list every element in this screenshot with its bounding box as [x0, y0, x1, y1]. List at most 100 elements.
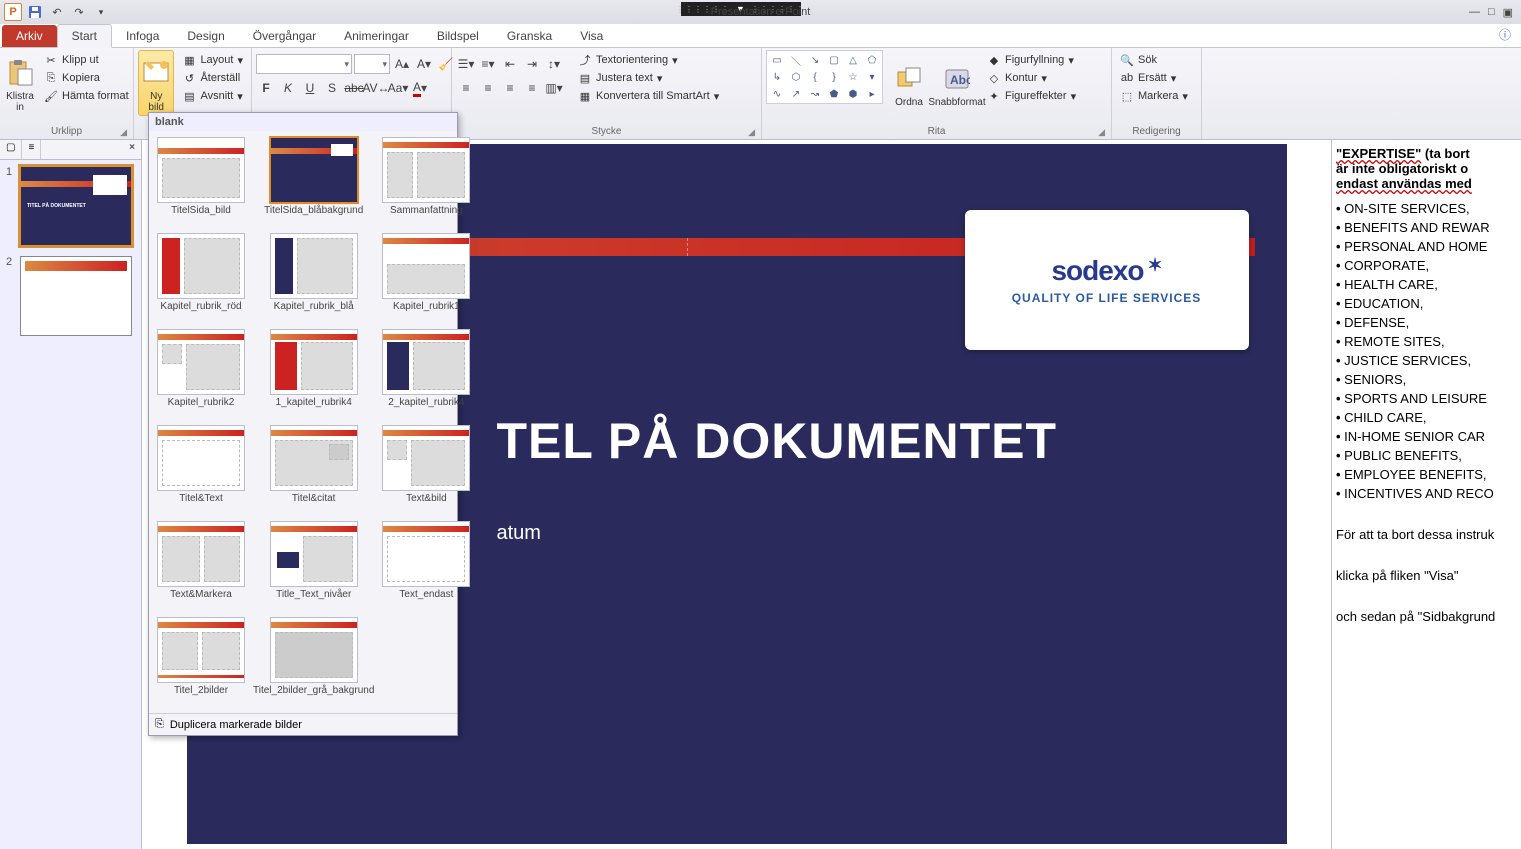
align-text-button[interactable]: ▤Justera text ▾ [574, 70, 723, 86]
select-button[interactable]: ⬚Markera ▾ [1116, 88, 1192, 104]
layout-option[interactable]: Kapitel_rubrik2 [157, 329, 245, 419]
minimize-button[interactable]: — [1469, 6, 1480, 19]
qat-customize[interactable]: ▾ [92, 3, 110, 21]
align-center-button[interactable]: ≡ [478, 78, 498, 98]
slide-subtitle[interactable]: atum [497, 522, 541, 545]
ribbon-help-icon[interactable]: ⓘ [1489, 22, 1521, 47]
bold-button[interactable]: F [256, 78, 276, 98]
grow-font-button[interactable]: A▴ [392, 54, 412, 74]
drawing-launcher-icon[interactable]: ◢ [1098, 127, 1105, 138]
font-family-combo[interactable] [256, 54, 352, 74]
justify-button[interactable]: ≡ [522, 78, 542, 98]
app-icon[interactable]: P [4, 3, 22, 21]
quick-styles-button[interactable]: Abc Snabbformat [935, 50, 979, 116]
layout-option[interactable]: Titel_2bilder_grå_bakgrund [253, 617, 374, 707]
duplicate-slides-item[interactable]: ⎘ Duplicera markerade bilder [149, 713, 457, 735]
layout-option-label: Kapitel_rubrik_röd [160, 301, 241, 323]
slide-panel: ▢ ≡ × 1 TITEL PÅ DOKUMENTET 2 [0, 140, 142, 849]
new-slide-button[interactable]: Ny bild [138, 50, 174, 116]
section-button[interactable]: ▤Avsnitt ▾ [178, 88, 247, 104]
tab-home[interactable]: Start [57, 24, 112, 48]
layout-option[interactable]: 2_kapitel_rubrik4 [382, 329, 470, 419]
quick-access-toolbar: P ↶ ↷ ▾ [0, 3, 110, 21]
layout-option[interactable]: Kapitel_rubrik_röd [157, 233, 245, 323]
arrange-button[interactable]: Ordna [887, 50, 931, 116]
layout-option[interactable]: Text&bild [382, 425, 470, 515]
find-button[interactable]: 🔍Sök [1116, 52, 1192, 68]
undo-button[interactable]: ↶ [48, 3, 66, 21]
align-right-button[interactable]: ≡ [500, 78, 520, 98]
clipboard-launcher-icon[interactable]: ◢ [120, 127, 127, 138]
copy-button[interactable]: ⎘Kopiera [40, 70, 133, 86]
layout-option-label: Kapitel_rubrik_blå [274, 301, 354, 323]
redo-button[interactable]: ↷ [70, 3, 88, 21]
layout-option[interactable]: Titel_2bilder [157, 617, 245, 707]
shrink-font-button[interactable]: A▾ [414, 54, 434, 74]
layout-option[interactable]: Kapitel_rubrik_blå [253, 233, 374, 323]
slide-thumb-1[interactable]: TITEL PÅ DOKUMENTET [20, 166, 132, 246]
restore-button[interactable]: □ [1488, 6, 1495, 19]
tab-insert[interactable]: Infoga [112, 25, 173, 47]
layout-option[interactable]: Sammanfattning [382, 137, 470, 227]
save-button[interactable] [26, 3, 44, 21]
font-size-combo[interactable] [354, 54, 390, 74]
panel-close-button[interactable]: × [123, 140, 141, 159]
align-left-button[interactable]: ≡ [456, 78, 476, 98]
layout-option[interactable]: Text&Markera [157, 521, 245, 611]
strike-button[interactable]: abc [344, 78, 364, 98]
convert-smartart-button[interactable]: ▦Konvertera till SmartArt ▾ [574, 88, 723, 104]
notes-bullet: BENEFITS AND REWAR [1336, 220, 1517, 235]
decrease-indent-button[interactable]: ⇤ [500, 54, 520, 74]
shape-fill-button[interactable]: ◆Figurfyllning ▾ [983, 52, 1080, 68]
layout-option[interactable]: TitelSida_blåbakgrund [253, 137, 374, 227]
layout-option[interactable]: Titel&citat [253, 425, 374, 515]
numbering-button[interactable]: ≡▾ [478, 54, 498, 74]
shape-outline-button[interactable]: ◇Kontur ▾ [983, 70, 1080, 86]
text-direction-button[interactable]: ⤴Textorientering ▾ [574, 52, 723, 68]
slide-title[interactable]: TEL PÅ DOKUMENTET [497, 412, 1058, 470]
layout-option[interactable]: Kapitel_rubrik1 [382, 233, 470, 323]
layout-option[interactable]: Title_Text_nivåer [253, 521, 374, 611]
format-painter-button[interactable]: 🖌Hämta format [40, 88, 133, 104]
underline-button[interactable]: U [300, 78, 320, 98]
notes-bullet: ON-SITE SERVICES, [1336, 201, 1517, 216]
increase-indent-button[interactable]: ⇥ [522, 54, 542, 74]
slides-tab[interactable]: ▢ [0, 140, 22, 159]
tab-transitions[interactable]: Övergångar [239, 25, 330, 47]
columns-button[interactable]: ▥▾ [544, 78, 564, 98]
paste-button[interactable]: Klistra in [4, 50, 36, 116]
notes-bullet: CORPORATE, [1336, 258, 1517, 273]
tab-design[interactable]: Design [173, 25, 238, 47]
cut-button[interactable]: ✂Klipp ut [40, 52, 133, 68]
maximize-button[interactable]: ▣ [1503, 6, 1513, 19]
notes-bullet: CHILD CARE, [1336, 410, 1517, 425]
reset-button[interactable]: ↺Återställ [178, 70, 247, 86]
shadow-button[interactable]: S [322, 78, 342, 98]
layout-option[interactable]: Text_endast [382, 521, 470, 611]
layout-gallery-dropdown: blank TitelSida_bildTitelSida_blåbakgrun… [148, 112, 458, 736]
tab-animations[interactable]: Animeringar [330, 25, 423, 47]
replace-button[interactable]: abErsätt ▾ [1116, 70, 1192, 86]
star-icon: ✶ [1147, 255, 1161, 276]
shape-effects-button[interactable]: ✦Figureffekter ▾ [983, 88, 1080, 104]
font-color-button[interactable]: A▾ [410, 78, 430, 98]
tab-file[interactable]: Arkiv [2, 25, 57, 47]
tab-view[interactable]: Visa [566, 25, 617, 47]
tab-slideshow[interactable]: Bildspel [423, 25, 493, 47]
char-spacing-button[interactable]: AV↔ [366, 78, 386, 98]
slide-thumb-2[interactable] [20, 256, 132, 336]
italic-button[interactable]: K [278, 78, 298, 98]
tab-review[interactable]: Granska [493, 25, 566, 47]
bullets-button[interactable]: ☰▾ [456, 54, 476, 74]
layout-button[interactable]: ▦Layout ▾ [178, 52, 247, 68]
outline-tab[interactable]: ≡ [22, 140, 41, 159]
layout-option[interactable]: TitelSida_bild [157, 137, 245, 227]
shapes-gallery[interactable]: ▭＼↘▢△⬠ ↳⬡{}☆▾ ∿↗↝⬟⬢▸ [766, 50, 883, 104]
change-case-button[interactable]: Aa▾ [388, 78, 408, 98]
layout-option[interactable]: 1_kapitel_rubrik4 [253, 329, 374, 419]
line-spacing-button[interactable]: ↕▾ [544, 54, 564, 74]
notes-bullet: INCENTIVES AND RECO [1336, 486, 1517, 501]
layout-option[interactable]: Titel&Text [157, 425, 245, 515]
paragraph-launcher-icon[interactable]: ◢ [748, 127, 755, 138]
layout-option-label: Text&bild [406, 493, 447, 515]
